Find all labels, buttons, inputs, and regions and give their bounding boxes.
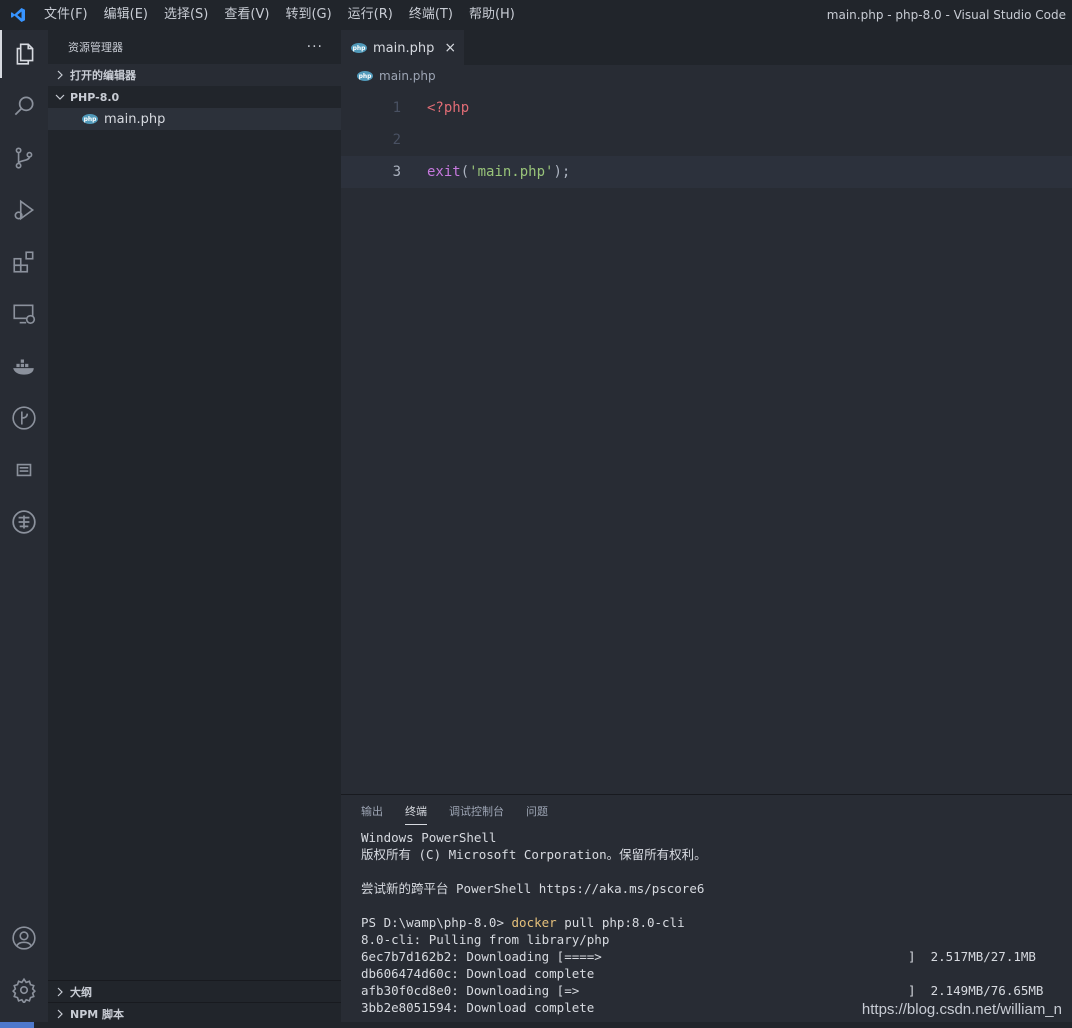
code-line: 1 <?php bbox=[341, 92, 1072, 124]
download-progress: afb30f0cd8e0: Downloading [=> bbox=[361, 983, 580, 998]
docker-icon[interactable] bbox=[0, 342, 48, 390]
terminal-prompt: PS D:\wamp\php-8.0> bbox=[361, 915, 512, 930]
terminal-line: 6ec7b7d162b2: Downloading [====> ] 2.517M… bbox=[361, 948, 1072, 965]
chevron-right-icon bbox=[52, 984, 68, 1000]
breadcrumb-file: main.php bbox=[379, 69, 436, 83]
line-number: 1 bbox=[392, 100, 401, 116]
terminal-line: afb30f0cd8e0: Downloading [=> ] 2.149MB/7… bbox=[361, 982, 1072, 999]
sidebar-title: 资源管理器 bbox=[68, 41, 123, 54]
more-actions-icon[interactable]: ··· bbox=[307, 39, 323, 55]
breadcrumb[interactable]: php main.php bbox=[341, 65, 1072, 87]
code-line: 2 bbox=[341, 124, 1072, 156]
remote-globe-icon[interactable] bbox=[0, 498, 48, 546]
status-bar bbox=[0, 1022, 1072, 1028]
terminal-line: 8.0-cli: Pulling from library/php bbox=[361, 932, 610, 947]
php-file-icon: php bbox=[351, 43, 367, 53]
sidebar-header: 资源管理器 ··· bbox=[48, 30, 341, 64]
open-editors-section[interactable]: 打开的编辑器 bbox=[48, 64, 341, 86]
close-icon[interactable]: × bbox=[444, 40, 456, 56]
line-number: 3 bbox=[392, 164, 401, 180]
terminal-prompt-line: PS D:\wamp\php-8.0> docker pull php:8.0-… bbox=[361, 914, 1072, 931]
tab-label: main.php bbox=[373, 40, 435, 56]
download-size: ] 2.517MB/27.1MB bbox=[908, 949, 1036, 964]
terminal-line: Windows PowerShell bbox=[361, 830, 497, 845]
menu-edit[interactable]: 编辑(E) bbox=[96, 0, 156, 30]
terminal-line: db606474d60c: Download complete bbox=[361, 966, 595, 981]
token-string: 'main.php' bbox=[469, 164, 554, 180]
remote-indicator[interactable] bbox=[0, 1022, 34, 1028]
terminal-command-args: pull php:8.0-cli bbox=[556, 915, 685, 930]
activity-bar bbox=[0, 30, 48, 1028]
terminal-line: 尝试新的跨平台 PowerShell https://aka.ms/pscore… bbox=[361, 881, 705, 896]
open-editors-label: 打开的编辑器 bbox=[70, 69, 136, 82]
menu-go[interactable]: 转到(G) bbox=[277, 0, 339, 30]
vscode-logo-icon bbox=[0, 0, 36, 30]
window-title: main.php - php-8.0 - Visual Studio Code bbox=[826, 8, 1066, 22]
settings-gear-icon[interactable] bbox=[0, 966, 48, 1014]
php-file-icon: php bbox=[357, 71, 373, 81]
title-bar: 文件(F) 编辑(E) 选择(S) 查看(V) 转到(G) 运行(R) 终端(T… bbox=[0, 0, 1072, 30]
editor-area: php main.php × php main.php 1 <?php 2 3 … bbox=[341, 30, 1072, 794]
explorer-sidebar: 资源管理器 ··· 打开的编辑器 PHP-8.0 php main.php 大纲… bbox=[48, 30, 341, 1024]
menu-terminal[interactable]: 终端(T) bbox=[401, 0, 461, 30]
token-close: ); bbox=[553, 164, 571, 180]
tab-output[interactable]: 输出 bbox=[361, 795, 383, 829]
chevron-right-icon bbox=[52, 67, 68, 83]
menu-view[interactable]: 查看(V) bbox=[216, 0, 277, 30]
output-list-icon[interactable] bbox=[0, 446, 48, 494]
bottom-panel: 输出 终端 调试控制台 问题 Windows PowerShell 版权所有 (… bbox=[341, 794, 1072, 1028]
account-icon[interactable] bbox=[0, 914, 48, 962]
download-progress: 6ec7b7d162b2: Downloading [====> bbox=[361, 949, 602, 964]
outline-label: 大纲 bbox=[70, 985, 92, 999]
chevron-right-icon bbox=[52, 1006, 68, 1022]
code-editor[interactable]: 1 <?php 2 3 exit('main.php'); bbox=[341, 92, 1072, 188]
chevron-down-icon bbox=[52, 89, 68, 105]
explorer-icon[interactable] bbox=[0, 30, 48, 78]
terminal[interactable]: Windows PowerShell 版权所有 (C) Microsoft Co… bbox=[341, 829, 1072, 1016]
git-graph-icon[interactable] bbox=[0, 394, 48, 442]
tab-problems[interactable]: 问题 bbox=[526, 795, 548, 829]
watermark: https://blog.csdn.net/william_n bbox=[861, 1001, 1062, 1018]
menu-file[interactable]: 文件(F) bbox=[36, 0, 96, 30]
remote-explorer-icon[interactable] bbox=[0, 290, 48, 338]
token-function: exit bbox=[427, 164, 461, 180]
tab-main-php[interactable]: php main.php × bbox=[341, 30, 465, 65]
search-icon[interactable] bbox=[0, 82, 48, 130]
extensions-icon[interactable] bbox=[0, 238, 48, 286]
panel-tabs: 输出 终端 调试控制台 问题 bbox=[341, 795, 1072, 829]
editor-tabs: php main.php × bbox=[341, 30, 1072, 65]
npm-scripts-section[interactable]: NPM 脚本 bbox=[48, 1002, 341, 1024]
tab-debug-console[interactable]: 调试控制台 bbox=[449, 795, 504, 829]
run-debug-icon[interactable] bbox=[0, 186, 48, 234]
download-size: ] 2.149MB/76.65MB bbox=[908, 983, 1044, 998]
source-control-icon[interactable] bbox=[0, 134, 48, 182]
line-number: 2 bbox=[392, 132, 401, 148]
folder-section[interactable]: PHP-8.0 bbox=[48, 86, 341, 108]
file-label: main.php bbox=[104, 111, 166, 127]
menu-run[interactable]: 运行(R) bbox=[340, 0, 401, 30]
menu-selection[interactable]: 选择(S) bbox=[156, 0, 216, 30]
terminal-line: 版权所有 (C) Microsoft Corporation。保留所有权利。 bbox=[361, 847, 707, 862]
folder-label: PHP-8.0 bbox=[70, 90, 120, 104]
outline-section[interactable]: 大纲 bbox=[48, 980, 341, 1002]
file-item-main-php[interactable]: php main.php bbox=[48, 108, 341, 130]
php-file-icon: php bbox=[82, 114, 98, 124]
npm-scripts-label: NPM 脚本 bbox=[70, 1007, 125, 1021]
token-paren: ( bbox=[460, 164, 470, 180]
tab-terminal[interactable]: 终端 bbox=[405, 795, 427, 829]
terminal-command: docker bbox=[511, 915, 557, 930]
menu-help[interactable]: 帮助(H) bbox=[461, 0, 523, 30]
menu-bar: 文件(F) 编辑(E) 选择(S) 查看(V) 转到(G) 运行(R) 终端(T… bbox=[36, 0, 523, 30]
php-open-tag: <?php bbox=[427, 100, 470, 116]
code-line-current: 3 exit('main.php'); bbox=[341, 156, 1072, 188]
